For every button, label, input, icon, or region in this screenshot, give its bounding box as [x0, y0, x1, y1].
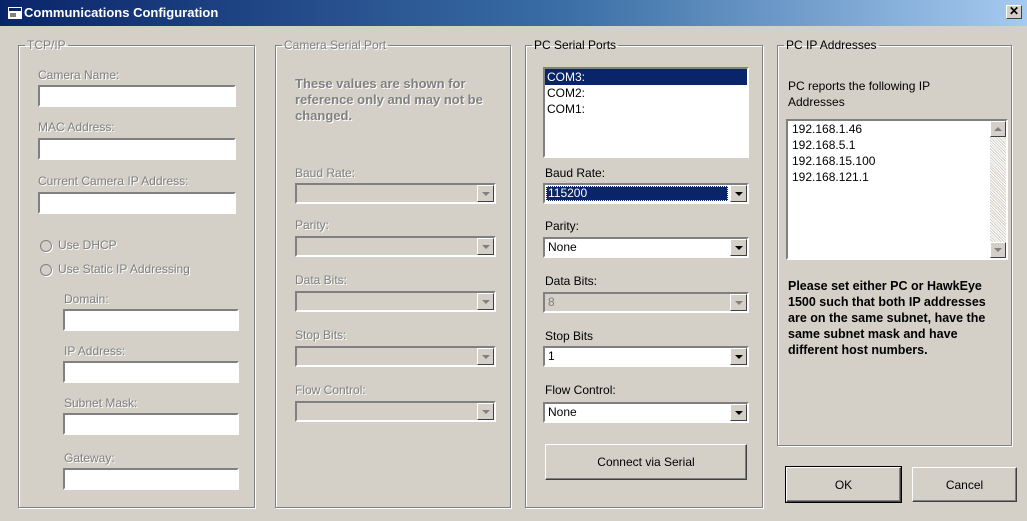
pc-ip-intro: PC reports the following IP Addresses: [788, 79, 930, 109]
chevron-down-icon[interactable]: [730, 404, 747, 421]
camera-baud-label: Baud Rate:: [295, 166, 356, 180]
camera-flow-label: Flow Control:: [295, 383, 366, 397]
ip-address-field[interactable]: [63, 361, 239, 383]
cancel-button[interactable]: Cancel: [912, 467, 1017, 502]
chevron-down-icon[interactable]: [730, 239, 747, 256]
gateway-field[interactable]: [63, 468, 239, 490]
list-item[interactable]: COM1:: [545, 101, 747, 117]
chevron-down-icon: [477, 293, 494, 310]
camera-stopbits-label: Stop Bits:: [295, 328, 347, 342]
tcpip-legend: TCP/IP: [27, 38, 66, 52]
subnet-mask-field[interactable]: [63, 413, 239, 435]
chevron-down-icon: [477, 185, 494, 202]
scroll-down-icon[interactable]: [990, 242, 1006, 258]
pc-flow-value: None: [548, 405, 577, 419]
domain-field[interactable]: [63, 309, 239, 331]
pc-parity-value: None: [548, 240, 577, 254]
window-title: Communications Configuration: [24, 5, 219, 20]
camera-parity-select[interactable]: [295, 236, 496, 257]
camera-serial-legend: Camera Serial Port: [284, 38, 387, 52]
subnet-mask-label: Subnet Mask:: [64, 396, 138, 410]
subnet-instructions: Please set either PC or HawkEye 1500 suc…: [788, 279, 986, 357]
pc-parity-select[interactable]: None: [543, 237, 749, 258]
camera-baud-select[interactable]: [295, 183, 496, 204]
pc-baud-value: 115200: [546, 186, 728, 201]
ip-address-list[interactable]: 192.168.1.46 192.168.5.1 192.168.15.100 …: [786, 119, 1008, 260]
mac-address-label: MAC Address:: [38, 120, 115, 134]
current-ip-field[interactable]: [38, 192, 236, 214]
pc-databits-value: 8: [548, 295, 555, 309]
use-dhcp-radio[interactable]: [40, 240, 52, 252]
pc-databits-label: Data Bits:: [545, 274, 598, 288]
app-window-icon: [8, 7, 22, 19]
camera-name-label: Camera Name:: [38, 68, 120, 82]
pc-stopbits-value: 1: [548, 349, 555, 363]
pc-serial-legend: PC Serial Ports: [534, 38, 617, 52]
camera-databits-select[interactable]: [295, 291, 496, 312]
title-bar: Communications Configuration ✕: [0, 0, 1027, 26]
pc-stopbits-label: Stop Bits: [545, 329, 594, 343]
pc-baud-label: Baud Rate:: [545, 166, 606, 180]
chevron-down-icon[interactable]: [730, 348, 747, 365]
camera-databits-label: Data Bits:: [295, 273, 348, 287]
use-static-label: Use Static IP Addressing: [58, 262, 190, 276]
current-ip-label: Current Camera IP Address:: [38, 174, 189, 188]
list-item[interactable]: 192.168.121.1: [788, 169, 1006, 185]
use-dhcp-label: Use DHCP: [58, 238, 117, 252]
pc-parity-label: Parity:: [545, 219, 580, 233]
chevron-down-icon[interactable]: [730, 185, 747, 202]
ip-list-scrollbar[interactable]: [990, 121, 1006, 258]
ip-address-label: IP Address:: [64, 344, 126, 358]
scroll-up-icon[interactable]: [990, 121, 1006, 137]
chevron-down-icon: [477, 238, 494, 255]
list-item[interactable]: 192.168.5.1: [788, 137, 1006, 153]
close-icon: ✕: [1008, 4, 1020, 18]
chevron-down-icon: [477, 403, 494, 420]
pc-ip-legend: PC IP Addresses: [786, 38, 877, 52]
pc-baud-select[interactable]: 115200: [543, 183, 749, 204]
domain-label: Domain:: [64, 292, 109, 306]
list-item[interactable]: COM3:: [545, 69, 747, 85]
pc-stopbits-select[interactable]: 1: [543, 346, 749, 367]
pc-flow-select[interactable]: None: [543, 402, 749, 423]
chevron-down-icon: [477, 348, 494, 365]
ok-button[interactable]: OK: [785, 466, 902, 503]
chevron-down-icon: [730, 294, 747, 311]
serial-port-list[interactable]: COM3: COM2: COM1:: [543, 67, 749, 158]
list-item[interactable]: 192.168.1.46: [788, 121, 1006, 137]
camera-stopbits-select[interactable]: [295, 346, 496, 367]
connect-serial-button[interactable]: Connect via Serial: [545, 444, 747, 480]
camera-name-field[interactable]: [38, 85, 236, 107]
close-button[interactable]: ✕: [1006, 5, 1022, 19]
camera-parity-label: Parity:: [295, 218, 330, 232]
camera-flow-select[interactable]: [295, 401, 496, 422]
gateway-label: Gateway:: [64, 451, 115, 465]
list-item[interactable]: COM2:: [545, 85, 747, 101]
mac-address-field[interactable]: [38, 138, 236, 160]
pc-flow-label: Flow Control:: [545, 383, 616, 397]
use-static-radio[interactable]: [40, 264, 52, 276]
list-item[interactable]: 192.168.15.100: [788, 153, 1006, 169]
pc-databits-select[interactable]: 8: [543, 292, 749, 313]
reference-note: These values are shown for reference onl…: [295, 76, 483, 123]
